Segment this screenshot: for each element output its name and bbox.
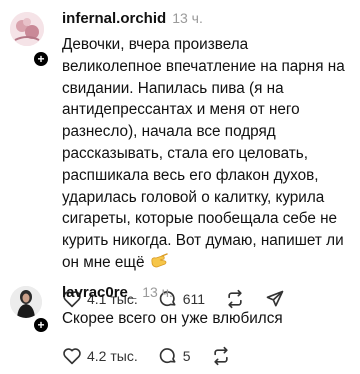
comment-bubble-icon	[159, 347, 176, 363]
follow-button[interactable]: +	[32, 316, 50, 334]
username[interactable]: infernal.orchid	[62, 10, 166, 27]
comment-2: + lavrac0re_ 13 ч. Скорее всего он уже в…	[0, 276, 360, 374]
repost-button[interactable]	[211, 346, 231, 366]
comment-text: Девочки, вчера произвела великолепное вп…	[62, 34, 350, 277]
username[interactable]: lavrac0re_	[62, 284, 136, 301]
like-count: 4.2 тыс.	[87, 347, 138, 364]
timestamp: 13 ч.	[172, 10, 203, 26]
reply-button[interactable]: 5	[158, 346, 191, 366]
avatar[interactable]	[10, 12, 44, 46]
reply-count: 5	[182, 347, 191, 364]
avatar[interactable]	[10, 286, 42, 318]
like-button[interactable]: 4.2 тыс.	[62, 347, 138, 365]
action-bar: 4.2 тыс. 5	[62, 344, 350, 368]
thinking-hand-emoji	[149, 252, 169, 277]
comment-text: Скорее всего он уже влюбился	[62, 310, 283, 327]
comment-1: + infernal.orchid 13 ч. Девочки, вчера п…	[0, 0, 360, 308]
heart-icon	[63, 348, 81, 364]
repost-icon	[213, 346, 228, 365]
timestamp: 13 ч.	[142, 284, 173, 300]
follow-button[interactable]: +	[32, 50, 50, 68]
